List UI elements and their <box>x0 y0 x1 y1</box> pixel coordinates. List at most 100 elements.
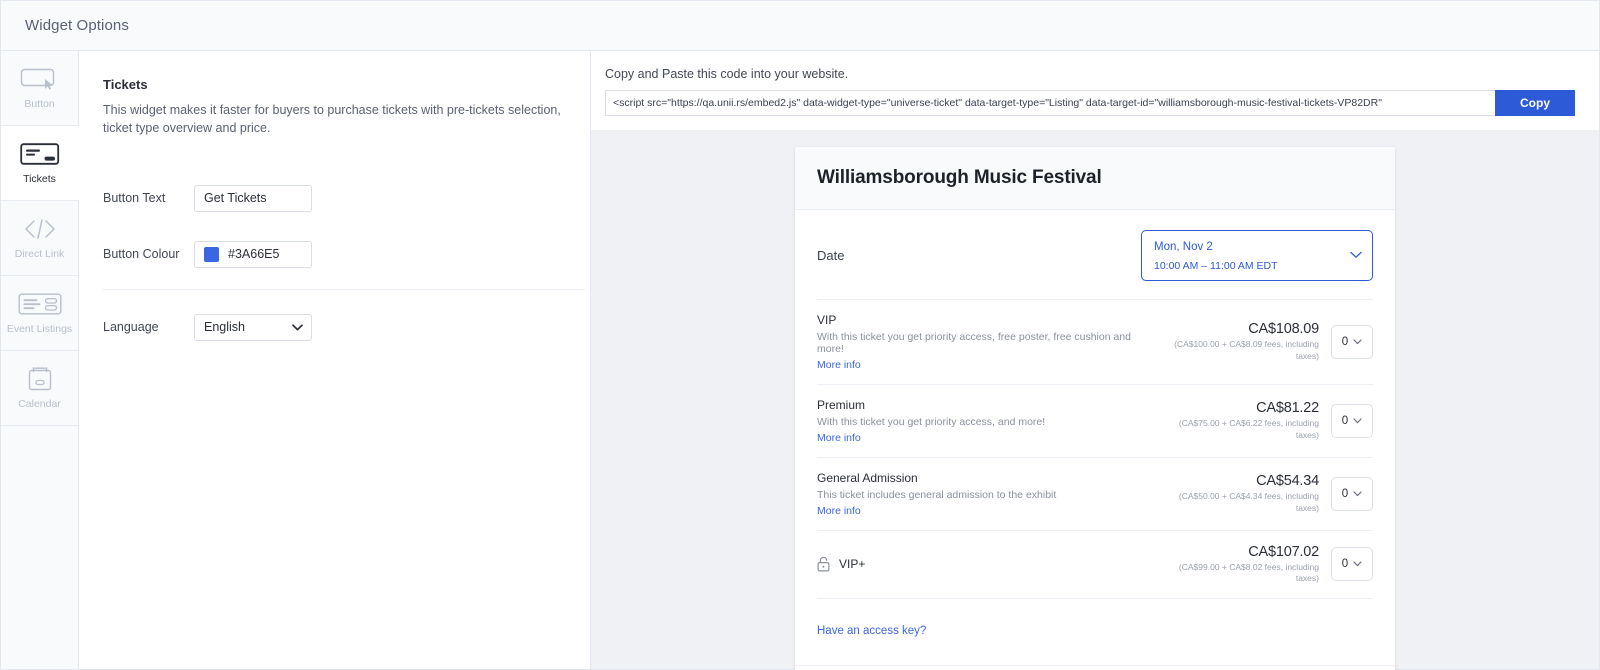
rail-item-label: Event Listings <box>7 324 72 335</box>
access-key-row: Have an access key? <box>817 598 1373 665</box>
chevron-down-icon <box>1353 336 1362 348</box>
rail-item-calendar[interactable]: Calendar <box>1 351 78 426</box>
chevron-down-icon <box>1353 558 1362 570</box>
options-description: This widget makes it faster for buyers t… <box>103 101 566 137</box>
ticket-price: CA$108.09 <box>1159 321 1319 337</box>
colour-swatch[interactable] <box>204 247 219 262</box>
ticket-price-block: CA$54.34 (CA$50.00 + CA$4.34 fees, inclu… <box>1159 473 1331 514</box>
rail-item-label: Calendar <box>18 399 61 410</box>
ticket-price-block: CA$108.09 (CA$100.00 + CA$8.09 fees, inc… <box>1159 321 1331 362</box>
chevron-down-icon <box>292 320 303 334</box>
quantity-select[interactable]: 0 <box>1331 547 1373 581</box>
ticket-info: General Admission This ticket includes g… <box>817 471 1159 517</box>
rail-item-label: Button <box>24 99 54 110</box>
ticket-info: VIP+ <box>817 556 1159 572</box>
ticket-name: Premium <box>817 398 1159 412</box>
quantity-value: 0 <box>1342 336 1348 348</box>
copy-button[interactable]: Copy <box>1495 90 1575 116</box>
ticket-price: CA$81.22 <box>1159 400 1319 416</box>
ticket-fees: (CA$75.00 + CA$6.22 fees, including taxe… <box>1159 418 1319 441</box>
ticket-price: CA$107.02 <box>1159 544 1319 560</box>
chevron-down-icon <box>1353 415 1362 427</box>
form-row-button-text: Button Text Get Tickets <box>103 177 566 219</box>
quantity-select[interactable]: 0 <box>1331 477 1373 511</box>
ticket-price: CA$54.34 <box>1159 473 1319 489</box>
form-divider <box>103 289 585 290</box>
ticket-price-block: CA$107.02 (CA$99.00 + CA$8.02 fees, incl… <box>1159 544 1331 585</box>
embed-row: <script src="https://qa.unii.rs/embed2.j… <box>605 90 1575 116</box>
ticket-row-locked: VIP+ CA$107.02 (CA$99.00 + CA$8.02 fees,… <box>817 530 1373 598</box>
date-select[interactable]: Mon, Nov 2 10:00 AM – 11:00 AM EDT <box>1141 230 1373 281</box>
ticket-widget-card: Williamsborough Music Festival Date Mon,… <box>795 147 1395 670</box>
embed-code-value: <script src="https://qa.unii.rs/embed2.j… <box>613 97 1382 109</box>
more-info-link[interactable]: More info <box>817 505 1159 517</box>
embed-code-input[interactable]: <script src="https://qa.unii.rs/embed2.j… <box>605 90 1495 116</box>
rail-item-label: Tickets <box>23 174 56 185</box>
date-row: Date Mon, Nov 2 10:00 AM – 11:00 AM EDT <box>817 210 1373 299</box>
embed-instructions: Copy and Paste this code into your websi… <box>605 67 1575 81</box>
ticket-name: VIP <box>817 313 1159 327</box>
preview-pane: Copy and Paste this code into your websi… <box>591 51 1599 669</box>
language-select[interactable]: English <box>194 314 312 341</box>
ticket-fees: (CA$50.00 + CA$4.34 fees, including taxe… <box>1159 491 1319 514</box>
date-value: Mon, Nov 2 <box>1154 241 1213 253</box>
chevron-down-icon <box>1353 488 1362 500</box>
options-title: Tickets <box>103 77 566 92</box>
rail-item-direct-link[interactable]: Direct Link <box>1 201 78 276</box>
ticket-price-block: CA$81.22 (CA$75.00 + CA$6.22 fees, inclu… <box>1159 400 1331 441</box>
button-text-value: Get Tickets <box>204 191 267 205</box>
rail-item-label: Direct Link <box>15 249 65 260</box>
date-time: 10:00 AM – 11:00 AM EDT <box>1154 260 1278 272</box>
ticket-fees: (CA$100.00 + CA$8.09 fees, including tax… <box>1159 339 1319 362</box>
form-row-language: Language English <box>103 306 566 348</box>
ticket-row: General Admission This ticket includes g… <box>817 457 1373 530</box>
widget-header: Williamsborough Music Festival <box>795 147 1395 210</box>
embed-code-section: Copy and Paste this code into your websi… <box>591 51 1599 130</box>
language-value: English <box>204 320 245 334</box>
button-text-label: Button Text <box>103 191 194 205</box>
ticket-info: Premium With this ticket you get priorit… <box>817 398 1159 444</box>
rail-item-button[interactable]: Button <box>1 51 78 126</box>
calendar-icon <box>26 366 54 392</box>
ticket-description: This ticket includes general admission t… <box>817 489 1159 501</box>
ticket-info: VIP With this ticket you get priority ac… <box>817 313 1159 371</box>
ticket-name: VIP+ <box>839 557 865 571</box>
main-body: Button Tickets <box>1 51 1599 669</box>
button-colour-label: Button Colour <box>103 247 194 261</box>
code-icon <box>22 216 58 242</box>
options-form: Button Text Get Tickets Button Colour #3… <box>103 177 566 348</box>
ticket-description: With this ticket you get priority access… <box>817 331 1159 355</box>
rail-filler <box>1 426 78 669</box>
ticket-description: With this ticket you get priority access… <box>817 416 1159 428</box>
rail-item-event-listings[interactable]: Event Listings <box>1 276 78 351</box>
options-panel: Tickets This widget makes it faster for … <box>79 51 591 669</box>
ticket-fees: (CA$99.00 + CA$8.02 fees, including taxe… <box>1159 562 1319 585</box>
form-row-button-colour: Button Colour #3A66E5 <box>103 233 566 275</box>
quantity-value: 0 <box>1342 488 1348 500</box>
ticket-name: General Admission <box>817 471 1159 485</box>
quantity-value: 0 <box>1342 558 1348 570</box>
chevron-down-icon <box>1350 246 1362 264</box>
tickets-icon <box>20 141 60 167</box>
more-info-link[interactable]: More info <box>817 432 1159 444</box>
widget-type-rail: Button Tickets <box>1 51 79 669</box>
language-label: Language <box>103 320 194 334</box>
ticket-row: Premium With this ticket you get priorit… <box>817 384 1373 457</box>
quantity-select[interactable]: 0 <box>1331 325 1373 359</box>
topbar: Widget Options <box>1 1 1599 51</box>
widget-footer: Powered by universe / a ticketmaster com… <box>795 665 1395 670</box>
rail-item-tickets[interactable]: Tickets <box>1 126 79 201</box>
ticket-row: VIP With this ticket you get priority ac… <box>817 299 1373 384</box>
button-colour-input[interactable]: #3A66E5 <box>194 241 312 268</box>
button-icon <box>20 66 60 92</box>
quantity-select[interactable]: 0 <box>1331 404 1373 438</box>
access-key-link[interactable]: Have an access key? <box>817 625 926 637</box>
event-listings-icon <box>18 291 62 317</box>
page-title: Widget Options <box>25 17 129 34</box>
date-label: Date <box>817 248 844 263</box>
button-colour-value: #3A66E5 <box>228 247 279 261</box>
widget-body: Date Mon, Nov 2 10:00 AM – 11:00 AM EDT <box>795 210 1395 665</box>
button-text-input[interactable]: Get Tickets <box>194 185 312 212</box>
more-info-link[interactable]: More info <box>817 359 1159 371</box>
lock-icon <box>817 556 830 572</box>
